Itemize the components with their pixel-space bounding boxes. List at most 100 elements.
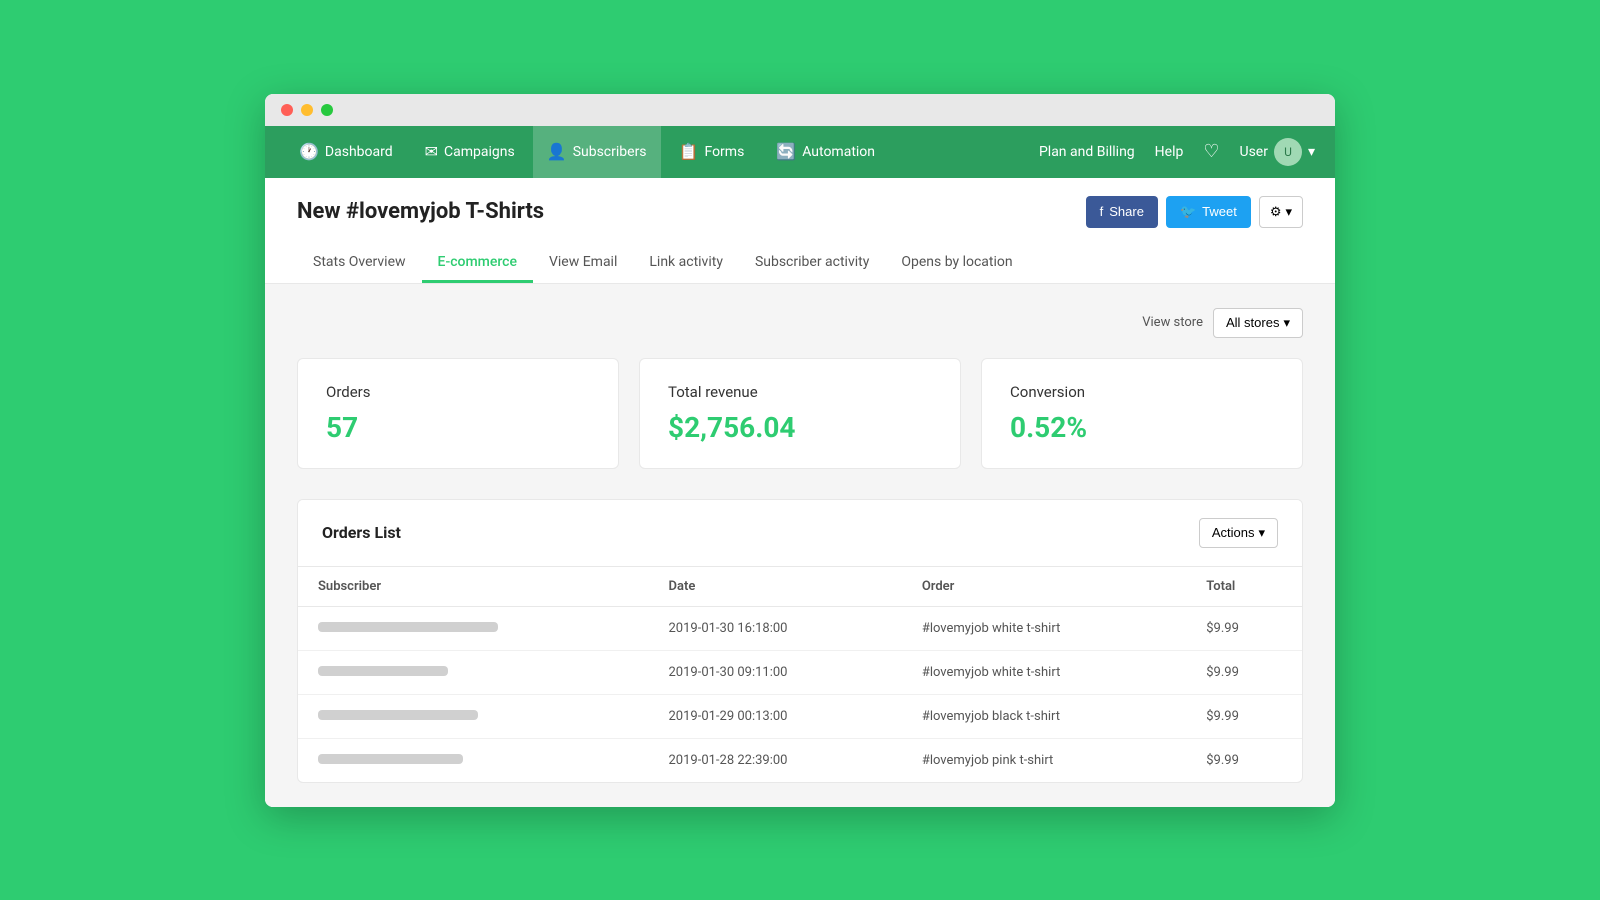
tabs: Stats Overview E-commerce View Email Lin…: [297, 244, 1303, 283]
cell-subscriber: [298, 738, 649, 782]
settings-button[interactable]: ⚙ ▾: [1259, 196, 1303, 228]
plan-billing-link[interactable]: Plan and Billing: [1039, 144, 1135, 160]
actions-button[interactable]: Actions ▾: [1199, 518, 1278, 548]
user-chevron-icon: ▾: [1308, 144, 1315, 160]
nav-label-forms: Forms: [704, 144, 744, 160]
tab-stats-overview[interactable]: Stats Overview: [297, 244, 422, 283]
cell-total: $9.99: [1186, 606, 1302, 650]
content-toolbar: View store All stores ▾: [297, 308, 1303, 338]
cell-date: 2019-01-28 22:39:00: [649, 738, 902, 782]
cell-order: #lovemyjob pink t-shirt: [902, 738, 1186, 782]
col-order: Order: [902, 567, 1186, 607]
gear-icon: ⚙: [1270, 204, 1282, 220]
stat-card-conversion: Conversion 0.52%: [981, 358, 1303, 469]
cell-total: $9.99: [1186, 738, 1302, 782]
cell-subscriber: [298, 694, 649, 738]
page-actions: f Share 🐦 Tweet ⚙ ▾: [1086, 196, 1303, 228]
subscriber-blur: [318, 622, 498, 632]
view-store-label: View store: [1142, 315, 1203, 330]
nav-item-forms[interactable]: 📋 Forms: [665, 126, 759, 178]
cell-date: 2019-01-30 16:18:00: [649, 606, 902, 650]
tab-subscriber-activity[interactable]: Subscriber activity: [739, 244, 885, 283]
stat-card-orders: Orders 57: [297, 358, 619, 469]
nav-label-campaigns: Campaigns: [444, 144, 515, 160]
table-row: 2019-01-30 09:11:00 #lovemyjob white t-s…: [298, 650, 1302, 694]
col-date: Date: [649, 567, 902, 607]
twitter-icon: 🐦: [1180, 204, 1196, 220]
nav-right: Plan and Billing Help ♡ User U ▾: [1039, 138, 1315, 166]
nav-item-automation[interactable]: 🔄 Automation: [762, 126, 889, 178]
page-header: New #lovemyjob T-Shirts f Share 🐦 Tweet …: [265, 178, 1335, 284]
orders-section: Orders List Actions ▾ Subscriber Date Or…: [297, 499, 1303, 783]
tab-opens-by-location[interactable]: Opens by location: [885, 244, 1028, 283]
tweet-button[interactable]: 🐦 Tweet: [1166, 196, 1251, 228]
table-body: 2019-01-30 16:18:00 #lovemyjob white t-s…: [298, 606, 1302, 782]
col-total: Total: [1186, 567, 1302, 607]
browser-chrome: [265, 94, 1335, 126]
subscriber-blur: [318, 710, 478, 720]
nav-item-dashboard[interactable]: 🕐 Dashboard: [285, 126, 407, 178]
settings-chevron-icon: ▾: [1285, 204, 1292, 220]
campaigns-icon: ✉: [425, 142, 438, 161]
page-title-row: New #lovemyjob T-Shirts f Share 🐦 Tweet …: [297, 196, 1303, 228]
actions-chevron-icon: ▾: [1258, 525, 1265, 541]
cell-order: #lovemyjob black t-shirt: [902, 694, 1186, 738]
orders-value: 57: [326, 411, 590, 444]
cell-subscriber: [298, 606, 649, 650]
cell-total: $9.99: [1186, 694, 1302, 738]
nav-label-subscribers: Subscribers: [573, 144, 647, 160]
traffic-light-green[interactable]: [321, 104, 333, 116]
forms-icon: 📋: [679, 142, 699, 161]
browser-window: 🕐 Dashboard ✉ Campaigns 👤 Subscribers 📋 …: [265, 94, 1335, 807]
tab-view-email[interactable]: View Email: [533, 244, 633, 283]
all-stores-chevron-icon: ▾: [1283, 315, 1290, 331]
nav-bar: 🕐 Dashboard ✉ Campaigns 👤 Subscribers 📋 …: [265, 126, 1335, 178]
orders-label: Orders: [326, 383, 590, 401]
orders-table: Subscriber Date Order Total 2019-01-30 1…: [298, 567, 1302, 782]
tab-link-activity[interactable]: Link activity: [633, 244, 739, 283]
content-area: View store All stores ▾ Orders 57 Total …: [265, 284, 1335, 807]
cell-date: 2019-01-29 00:13:00: [649, 694, 902, 738]
cell-date: 2019-01-30 09:11:00: [649, 650, 902, 694]
table-head: Subscriber Date Order Total: [298, 567, 1302, 607]
traffic-light-red[interactable]: [281, 104, 293, 116]
nav-left: 🕐 Dashboard ✉ Campaigns 👤 Subscribers 📋 …: [285, 126, 1039, 178]
dashboard-icon: 🕐: [299, 142, 319, 161]
subscriber-blur: [318, 754, 463, 764]
share-button[interactable]: f Share: [1086, 196, 1158, 228]
user-avatar: U: [1274, 138, 1302, 166]
table-row: 2019-01-28 22:39:00 #lovemyjob pink t-sh…: [298, 738, 1302, 782]
conversion-label: Conversion: [1010, 383, 1274, 401]
nav-label-automation: Automation: [802, 144, 875, 160]
subscriber-blur: [318, 666, 448, 676]
cell-order: #lovemyjob white t-shirt: [902, 606, 1186, 650]
cell-order: #lovemyjob white t-shirt: [902, 650, 1186, 694]
nav-item-subscribers[interactable]: 👤 Subscribers: [533, 126, 661, 178]
stat-card-revenue: Total revenue $2,756.04: [639, 358, 961, 469]
favorites-icon[interactable]: ♡: [1203, 141, 1219, 162]
user-label: User: [1239, 144, 1267, 160]
col-subscriber: Subscriber: [298, 567, 649, 607]
conversion-value: 0.52%: [1010, 411, 1274, 444]
subscribers-icon: 👤: [547, 142, 567, 161]
automation-icon: 🔄: [776, 142, 796, 161]
main-content: New #lovemyjob T-Shirts f Share 🐦 Tweet …: [265, 178, 1335, 807]
table-row: 2019-01-29 00:13:00 #lovemyjob black t-s…: [298, 694, 1302, 738]
orders-list-title: Orders List: [322, 523, 401, 542]
facebook-icon: f: [1100, 204, 1104, 219]
orders-header: Orders List Actions ▾: [298, 500, 1302, 567]
table-header-row: Subscriber Date Order Total: [298, 567, 1302, 607]
nav-item-campaigns[interactable]: ✉ Campaigns: [411, 126, 529, 178]
all-stores-button[interactable]: All stores ▾: [1213, 308, 1303, 338]
help-link[interactable]: Help: [1155, 144, 1184, 160]
page-title: New #lovemyjob T-Shirts: [297, 199, 544, 224]
cell-total: $9.99: [1186, 650, 1302, 694]
nav-label-dashboard: Dashboard: [325, 144, 393, 160]
tab-e-commerce[interactable]: E-commerce: [422, 244, 533, 283]
user-menu[interactable]: User U ▾: [1239, 138, 1315, 166]
stats-row: Orders 57 Total revenue $2,756.04 Conver…: [297, 358, 1303, 469]
table-row: 2019-01-30 16:18:00 #lovemyjob white t-s…: [298, 606, 1302, 650]
revenue-value: $2,756.04: [668, 411, 932, 444]
cell-subscriber: [298, 650, 649, 694]
traffic-light-yellow[interactable]: [301, 104, 313, 116]
